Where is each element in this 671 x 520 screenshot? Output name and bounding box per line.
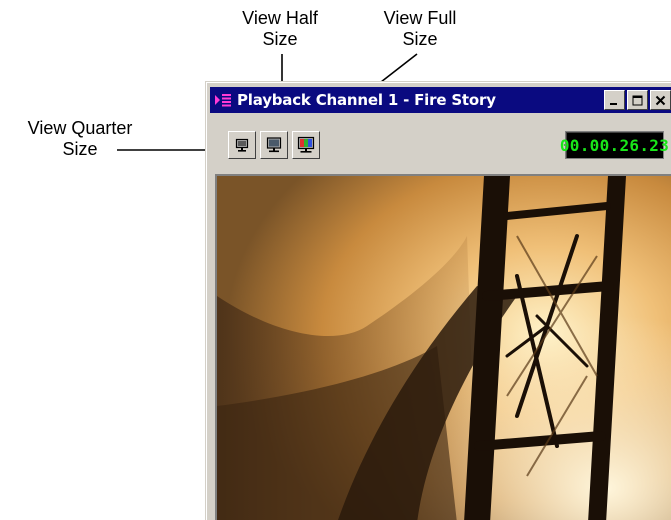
monitor-small-icon — [235, 138, 249, 152]
view-quarter-size-button[interactable] — [228, 131, 256, 159]
close-button[interactable] — [650, 90, 671, 110]
window-title: Playback Channel 1 - Fire Story — [237, 91, 496, 109]
maximize-icon — [632, 95, 643, 105]
maximize-button[interactable] — [627, 90, 648, 110]
minimize-button[interactable] — [604, 90, 625, 110]
monitor-medium-icon — [266, 137, 282, 153]
fire-story-video-image — [217, 176, 671, 520]
title-bar[interactable]: Playback Channel 1 - Fire Story — [210, 87, 671, 113]
timecode-display: 00.00.26.23 — [560, 131, 669, 159]
toolbar: 00.00.26.23 — [210, 118, 671, 162]
minimize-icon — [610, 102, 617, 105]
window-controls — [604, 90, 671, 110]
playback-window: Playback Channel 1 - Fire Story 00.00.26… — [205, 81, 671, 520]
close-icon — [655, 95, 666, 105]
video-frame[interactable] — [215, 174, 671, 520]
view-half-size-button[interactable] — [260, 131, 288, 159]
view-full-size-button[interactable] — [292, 131, 320, 159]
playback-app-icon[interactable] — [212, 89, 234, 111]
monitor-large-icon — [297, 136, 315, 153]
